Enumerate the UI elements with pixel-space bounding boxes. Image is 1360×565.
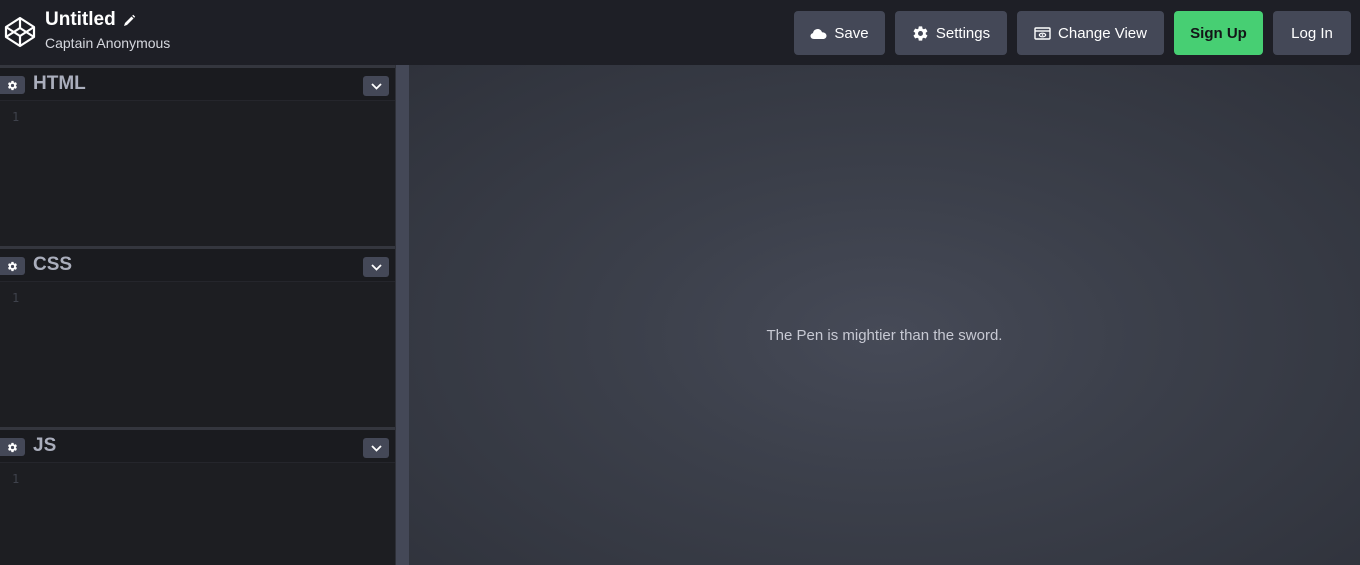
view-icon [1034,26,1051,40]
html-collapse-button[interactable] [363,76,389,96]
js-editor[interactable]: JS 1 [0,427,395,565]
preview-pane[interactable]: The Pen is mightier than the sword. [409,65,1360,565]
html-editor[interactable]: HTML 1 [0,65,395,246]
chevron-down-icon [370,263,382,271]
pen-title-block: Untitled Captain Anonymous [45,8,170,53]
save-button[interactable]: Save [794,11,885,55]
change-view-button[interactable]: Change View [1017,11,1164,55]
html-settings-button[interactable] [0,76,25,94]
change-view-button-label: Change View [1058,24,1147,42]
author-name: Captain Anonymous [45,35,171,51]
line-number: 1 [12,291,20,305]
css-collapse-button[interactable] [363,257,389,277]
css-editor-label: CSS [33,254,73,275]
preview-message: The Pen is mightier than the sword. [766,327,1003,344]
sign-up-button-label: Sign Up [1190,24,1247,42]
chevron-down-icon [370,82,382,90]
gear-icon [7,261,17,271]
cloud-icon [810,28,827,39]
line-number: 1 [12,110,20,124]
settings-button[interactable]: Settings [895,11,1007,55]
editor-resize-handle[interactable] [395,65,409,565]
save-button-label: Save [834,24,869,42]
pen-title[interactable]: Untitled [45,8,116,32]
pencil-icon[interactable] [122,14,136,28]
js-collapse-button[interactable] [363,438,389,458]
top-bar: Untitled Captain Anonymous Save Settings… [0,0,1360,65]
css-settings-button[interactable] [0,257,25,275]
css-editor-header: CSS [0,249,395,282]
css-editor[interactable]: CSS 1 [0,246,395,427]
gear-icon [7,80,17,90]
js-settings-button[interactable] [0,438,25,456]
log-in-button-label: Log In [1291,24,1333,42]
js-editor-label: JS [33,435,57,456]
chevron-down-icon [370,444,382,452]
settings-button-label: Settings [935,24,991,42]
js-editor-header: JS [0,430,395,463]
sign-up-button[interactable]: Sign Up [1174,11,1263,55]
codepen-logo-icon[interactable] [4,16,36,48]
gear-icon [913,25,928,41]
gear-icon [7,442,17,452]
editor-column: HTML 1 CSS 1 JS 1 [0,65,395,565]
log-in-button[interactable]: Log In [1273,11,1351,55]
html-editor-header: HTML [0,68,395,101]
html-editor-label: HTML [33,73,86,94]
line-number: 1 [12,472,20,486]
